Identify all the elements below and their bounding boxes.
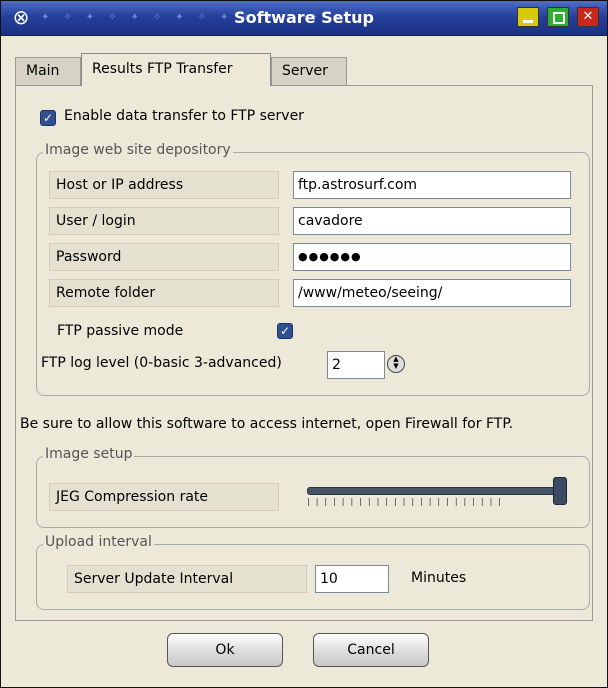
setup-window: ✦✧✦✧✦✧✦✧✦✧✦✧✦✧ ⊗ Software Setup ✕ Main R… <box>0 0 608 688</box>
compression-slider-thumb[interactable] <box>553 477 567 505</box>
passive-mode-label: FTP passive mode <box>57 323 184 339</box>
enable-transfer-label: Enable data transfer to FTP server <box>64 108 304 124</box>
image-setup-group: Image setup JEG Compression rate |||||||… <box>36 446 590 528</box>
upload-interval-legend: Upload interval <box>43 534 154 550</box>
user-label: User / login <box>49 207 279 235</box>
log-level-input[interactable]: 2 <box>327 351 385 379</box>
update-interval-label: Server Update Interval <box>67 565 307 593</box>
update-interval-input[interactable]: 10 <box>315 565 389 593</box>
close-button[interactable]: ✕ <box>577 7 599 27</box>
tab-server[interactable]: Server <box>271 57 347 85</box>
log-level-spin-icon[interactable]: ▲ ▼ <box>387 355 405 373</box>
host-label: Host or IP address <box>49 171 279 199</box>
user-input[interactable]: cavadore <box>293 207 571 235</box>
compression-slider-ticks: ||||||||||||||||||||||| <box>307 497 507 506</box>
firewall-note: Be sure to allow this software to access… <box>20 416 514 432</box>
update-interval-unit: Minutes <box>411 570 467 586</box>
minimize-button[interactable] <box>517 7 539 27</box>
passive-mode-checkbox[interactable]: ✓ <box>277 323 293 339</box>
log-level-label: FTP log level (0-basic 3-advanced) <box>41 355 282 371</box>
password-input[interactable]: ●●●●●● <box>293 243 571 271</box>
depository-group: Image web site depository Host or IP add… <box>36 142 590 396</box>
tab-main[interactable]: Main <box>15 57 81 85</box>
depository-legend: Image web site depository <box>43 142 233 158</box>
password-label: Password <box>49 243 279 271</box>
maximize-button[interactable] <box>547 7 569 27</box>
remote-folder-input[interactable]: /www/meteo/seeing/ <box>293 279 571 307</box>
host-input[interactable]: ftp.astrosurf.com <box>293 171 571 199</box>
title-bar[interactable]: ✦✧✦✧✦✧✦✧✦✧✦✧✦✧ ⊗ Software Setup ✕ <box>1 1 607 36</box>
remote-folder-label: Remote folder <box>49 279 279 307</box>
enable-transfer-checkbox[interactable]: ✓ <box>40 110 56 126</box>
tab-results-ftp-transfer[interactable]: Results FTP Transfer <box>81 53 271 86</box>
compression-slider-track[interactable] <box>307 487 565 495</box>
cancel-button[interactable]: Cancel <box>313 633 429 667</box>
tab-panel: ✓ Enable data transfer to FTP server Ima… <box>15 85 593 621</box>
ok-button[interactable]: Ok <box>167 633 283 667</box>
compression-label: JEG Compression rate <box>49 483 279 511</box>
upload-interval-group: Upload interval Server Update Interval 1… <box>36 534 590 610</box>
image-setup-legend: Image setup <box>43 446 135 462</box>
